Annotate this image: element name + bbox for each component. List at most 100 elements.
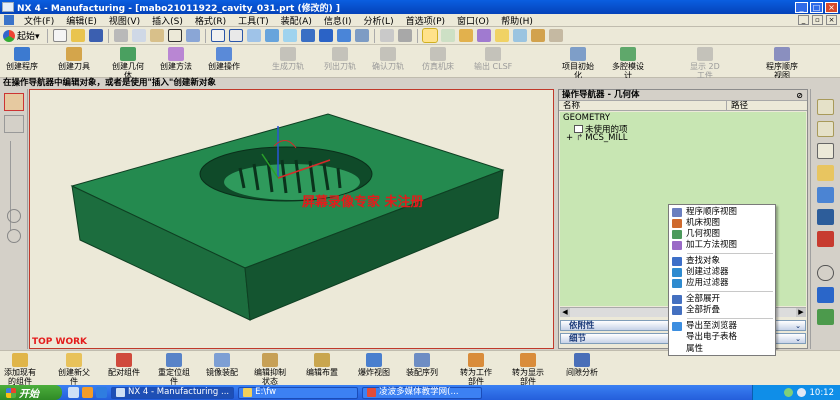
create-tool-button[interactable]: 创建刀具 [58, 47, 90, 71]
network-icon[interactable] [783, 388, 793, 397]
menu-file[interactable]: 文件(F) [18, 14, 60, 27]
system-materials-icon[interactable] [817, 231, 834, 247]
rotate-icon[interactable] [264, 29, 279, 42]
mirror-assembly-button[interactable]: 镜像装配 [206, 353, 238, 377]
create-geometry-button[interactable]: 创建几何 体 [112, 47, 144, 80]
open-file-icon[interactable] [70, 29, 85, 42]
task-nx-manufacturing[interactable]: NX 4 - Manufacturing ... [111, 386, 235, 399]
doc-restore-button[interactable]: ▫ [812, 15, 823, 25]
pan-icon[interactable] [282, 29, 297, 42]
menu-edit[interactable]: 编辑(E) [60, 14, 103, 27]
menu-insert[interactable]: 插入(S) [146, 14, 189, 27]
program-order-view-button[interactable]: 程序顺序 视图 [766, 47, 798, 80]
verify-toolpath-button[interactable]: 确认刀轨 [372, 47, 404, 71]
tree-node-mcs-mill[interactable]: + ↱ MCS_MILL [566, 133, 627, 143]
pin-icon[interactable]: ⊘ [796, 90, 803, 101]
select-component-icon[interactable] [512, 29, 527, 42]
menu-window[interactable]: 窗口(O) [451, 14, 495, 27]
section-expand-icon[interactable]: ⌄ [795, 321, 801, 331]
clearance-analysis-button[interactable]: 间隙分析 [566, 353, 598, 377]
reposition-component-button[interactable]: 重定位组 件 [158, 353, 190, 386]
create-operation-button[interactable]: 创建操作 [208, 47, 240, 71]
menu-item-find-object[interactable]: 查找对象 [669, 256, 775, 267]
output-clsf-button[interactable]: 输出 CLSF [474, 47, 512, 71]
sketch-tool-icon[interactable] [4, 93, 24, 111]
menu-preferences[interactable]: 首选项(P) [400, 14, 451, 27]
select-body-icon[interactable] [476, 29, 491, 42]
list-toolpath-button[interactable]: 列出刀轨 [324, 47, 356, 71]
nx-app-icon[interactable] [2, 2, 14, 12]
arc-tool-icon[interactable] [7, 229, 21, 243]
part-navigator-icon[interactable] [817, 121, 834, 137]
media-player-icon[interactable] [82, 387, 93, 398]
undo-icon[interactable] [185, 29, 200, 42]
select-feature-icon[interactable] [494, 29, 509, 42]
show-desktop-icon[interactable] [68, 387, 79, 398]
paste-icon[interactable] [149, 29, 164, 42]
layer-icon[interactable] [379, 29, 394, 42]
expand-icon[interactable]: + [566, 133, 573, 143]
exploded-view-button[interactable]: 爆炸视图 [358, 353, 390, 377]
task-teaching-network[interactable]: 凌波多媒体教学网(... [362, 386, 483, 399]
make-work-part-button[interactable]: 转为工作 部件 [460, 353, 492, 386]
doc-minimize-button[interactable]: _ [798, 15, 809, 25]
close-button[interactable]: × [825, 1, 838, 13]
zoom-icon[interactable] [228, 29, 243, 42]
clock-icon[interactable] [817, 265, 834, 281]
minimize-button[interactable]: _ [795, 1, 808, 13]
add-existing-component-button[interactable]: 添加现有 的组件 [4, 353, 36, 386]
edit-suppression-button[interactable]: 编辑抑制 状态 [254, 353, 286, 386]
menu-item-apply-filter[interactable]: 应用过滤器 [669, 278, 775, 289]
copy-icon[interactable] [131, 29, 146, 42]
document-icon[interactable] [4, 15, 14, 25]
display-icon[interactable] [397, 29, 412, 42]
scroll-left-icon[interactable]: ◀ [560, 308, 570, 317]
section-expand-icon[interactable]: ⌄ [795, 334, 801, 344]
menu-assembly[interactable]: 装配(A) [275, 14, 318, 27]
cut-icon[interactable] [113, 29, 128, 42]
menu-item-export-spreadsheet[interactable]: 导出电子表格 [669, 332, 775, 343]
create-method-button[interactable]: 创建方法 [160, 47, 192, 71]
menu-item-properties[interactable]: 属性 [668, 344, 776, 356]
select-edge-icon[interactable] [440, 29, 455, 42]
shaded-view-icon[interactable] [318, 29, 333, 42]
delete-icon[interactable] [167, 29, 182, 42]
project-init-button[interactable]: 项目初始 化 [562, 47, 594, 80]
refresh-icon[interactable] [300, 29, 315, 42]
circle-tool-icon[interactable] [7, 209, 21, 223]
orient-view-icon[interactable] [336, 29, 351, 42]
menu-tools[interactable]: 工具(T) [232, 14, 275, 27]
create-program-button[interactable]: 创建程序 [6, 47, 38, 71]
history-icon[interactable] [817, 209, 834, 225]
wcs-icon[interactable] [354, 29, 369, 42]
part-model[interactable] [30, 90, 555, 350]
scroll-right-icon[interactable]: ▶ [796, 308, 806, 317]
assembly-navigator-icon[interactable] [817, 99, 834, 115]
fit-view-icon[interactable] [210, 29, 225, 42]
tree-node-geometry[interactable]: GEOMETRY [563, 113, 610, 123]
snap-point-icon[interactable] [421, 28, 438, 43]
browser-icon[interactable] [96, 387, 107, 398]
operation-navigator-icon[interactable] [817, 143, 834, 159]
menu-item-machine-view[interactable]: 机床视图 [669, 218, 775, 229]
mate-component-button[interactable]: 配对组件 [108, 353, 140, 377]
menu-information[interactable]: 信息(I) [318, 14, 358, 27]
create-new-parent-button[interactable]: 创建新父 件 [58, 353, 90, 386]
menu-format[interactable]: 格式(R) [189, 14, 232, 27]
analysis-icon[interactable] [548, 29, 563, 42]
volume-icon[interactable] [796, 388, 806, 397]
make-displayed-part-button[interactable]: 转为显示 部件 [512, 353, 544, 386]
menu-item-export-browser[interactable]: 导出至浏览器 [669, 321, 775, 332]
menu-item-collapse-all[interactable]: 全部折叠 [669, 305, 775, 316]
menu-item-create-filter[interactable]: 创建过滤器 [669, 267, 775, 278]
select-face-icon[interactable] [458, 29, 473, 42]
start-menu-button[interactable]: 起始▾ [3, 29, 40, 42]
menu-view[interactable]: 视图(V) [103, 14, 146, 27]
reuse-library-icon[interactable] [817, 165, 834, 181]
windows-start-button[interactable]: 开始 [0, 385, 62, 400]
doc-close-button[interactable]: × [826, 15, 837, 25]
generate-toolpath-button[interactable]: 生成刀轨 [272, 47, 304, 71]
simulate-machine-button[interactable]: 仿真机床 [422, 47, 454, 71]
column-name[interactable]: 名称 [559, 101, 727, 111]
menu-item-program-order-view[interactable]: 程序顺序视图 [669, 207, 775, 218]
